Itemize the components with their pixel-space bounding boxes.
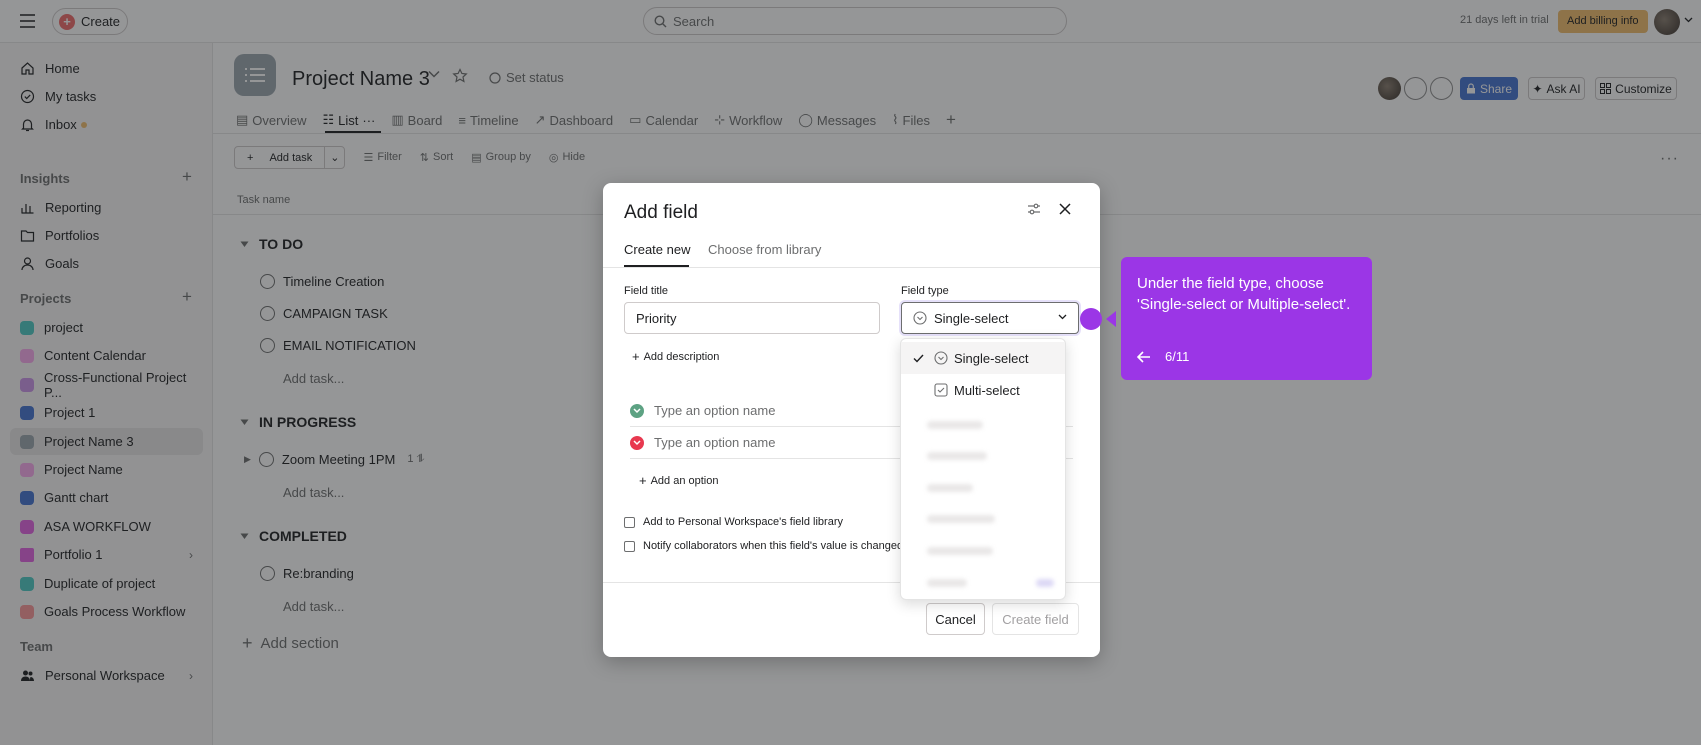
tooltip-nav: 6/11 (1137, 349, 1189, 364)
cancel-button[interactable]: Cancel (926, 603, 985, 635)
field-title-label: Field title (624, 285, 669, 297)
blurred-option (927, 547, 993, 555)
library-checkbox[interactable] (624, 516, 635, 528)
chevron-down-icon (1058, 314, 1067, 320)
arrow-left-icon[interactable] (1137, 350, 1151, 363)
blurred-option (927, 421, 983, 429)
add-option-label: Add an option (650, 474, 719, 487)
single-select-icon (934, 351, 948, 365)
single-select-icon (913, 311, 927, 325)
field-type-select[interactable]: Single-select (901, 302, 1079, 334)
dropdown-item-multi-select[interactable]: Multi-select (901, 374, 1065, 406)
option-name-input[interactable]: Type an option name (654, 435, 775, 450)
field-type-value: Single-select (934, 310, 1009, 326)
dropdown-item-label: Multi-select (954, 382, 1020, 398)
tooltip-step-counter: 6/11 (1165, 349, 1190, 364)
plus-icon: + (632, 349, 640, 364)
multi-select-icon (934, 383, 948, 397)
dialog-title: Add field (624, 202, 698, 223)
divider (603, 267, 1100, 268)
checkbox-label: Notify collaborators when this field's v… (643, 540, 904, 552)
field-title-input[interactable]: Priority (624, 302, 880, 334)
add-option-button[interactable]: + Add an option (639, 473, 718, 488)
tooltip-text: Under the field type, choose 'Single-sel… (1137, 275, 1351, 313)
tour-hotspot[interactable] (1080, 308, 1102, 330)
blurred-option (927, 579, 967, 587)
notify-checkbox[interactable] (624, 540, 635, 552)
field-type-dropdown: Single-select Multi-select (900, 338, 1066, 600)
plus-icon: + (639, 473, 647, 488)
notify-checkbox-row[interactable]: Notify collaborators when this field's v… (624, 540, 903, 552)
library-checkbox-row[interactable]: Add to Personal Workspace's field librar… (624, 516, 843, 528)
blurred-option (1036, 579, 1054, 587)
settings-sliders-icon[interactable] (1027, 203, 1041, 215)
create-field-button[interactable]: Create field (992, 603, 1079, 635)
tour-tooltip: Under the field type, choose 'Single-sel… (1121, 257, 1372, 380)
blurred-option (927, 484, 973, 492)
tab-create-new[interactable]: Create new (624, 242, 690, 257)
dropdown-item-label: Single-select (954, 350, 1029, 366)
blurred-option (927, 515, 995, 523)
add-description-label: Add description (643, 350, 720, 363)
tooltip-arrow (1106, 311, 1116, 327)
option-color-chevron-icon[interactable] (630, 435, 644, 450)
option-color-chevron-icon[interactable] (630, 403, 644, 418)
blurred-option (927, 452, 987, 460)
checkmark-icon (913, 354, 924, 363)
add-description-button[interactable]: + Add description (632, 349, 719, 364)
close-icon[interactable] (1058, 202, 1072, 216)
dropdown-item-single-select[interactable]: Single-select (901, 342, 1065, 374)
checkbox-label: Add to Personal Workspace's field librar… (643, 516, 843, 528)
option-name-input[interactable]: Type an option name (654, 403, 775, 418)
tab-choose-from-library[interactable]: Choose from library (708, 242, 821, 257)
field-type-label: Field type (901, 285, 949, 297)
